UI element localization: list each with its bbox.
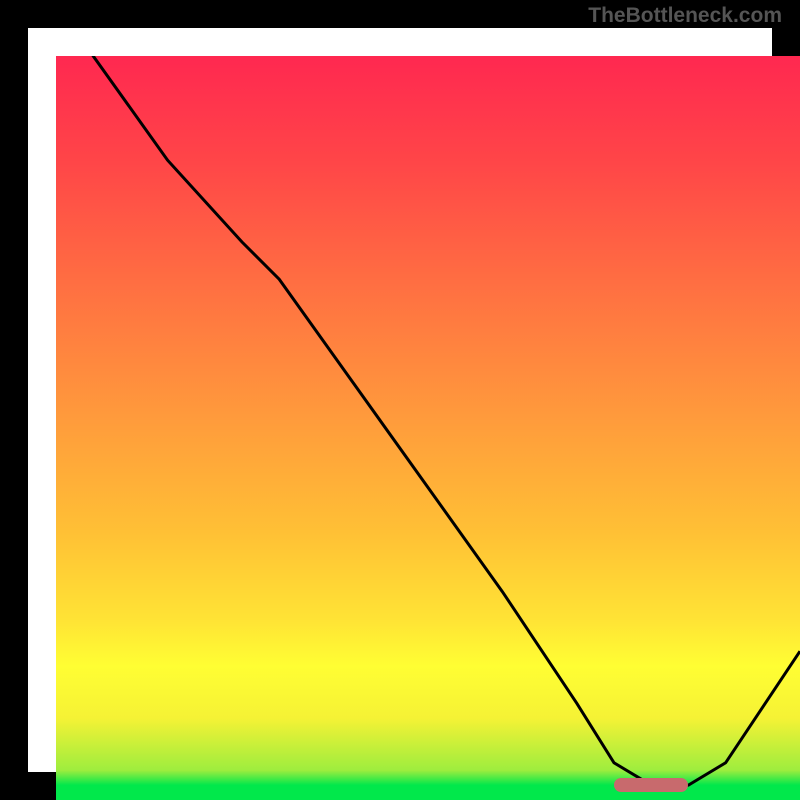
optimal-range-marker <box>614 778 688 792</box>
chart-frame <box>0 0 800 800</box>
plot-area <box>56 56 800 800</box>
bottleneck-curve <box>56 56 800 800</box>
watermark-text: TheBottleneck.com <box>588 4 782 28</box>
